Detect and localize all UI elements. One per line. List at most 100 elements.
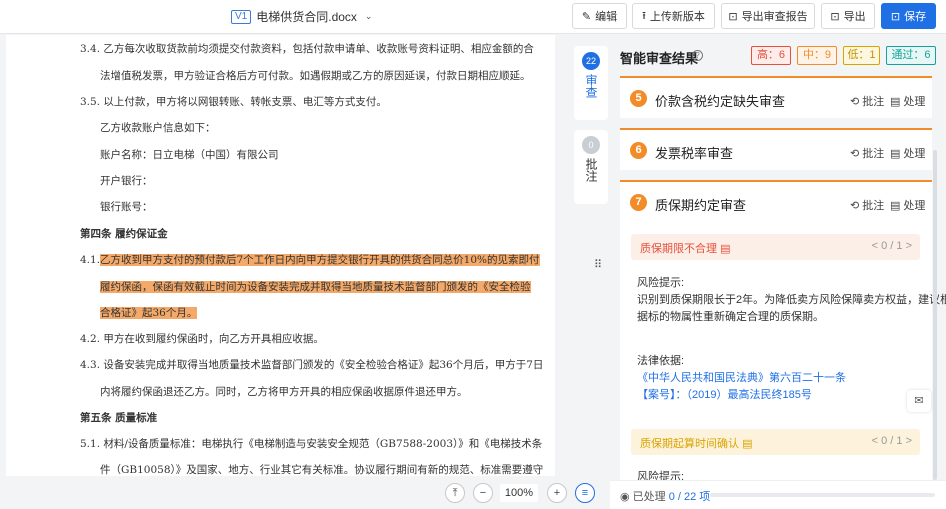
handle-action[interactable]: ▤ 处理 — [890, 197, 925, 213]
risk-text: 据标的物属性重新确定合理的质保期。 — [637, 311, 824, 323]
card-number: 5 — [630, 90, 647, 107]
chat-icon[interactable]: ✉ — [907, 390, 931, 412]
document-page[interactable]: 3.4. 乙方每次收取货款前均须提交付款资料，包括付款申请单、收款账号资料证明、… — [6, 35, 555, 476]
handle-icon: ▤ — [890, 147, 901, 160]
law-label: 法律依据: — [637, 355, 685, 367]
tab-comments[interactable]: 0 批注 — [574, 130, 608, 204]
eye-icon: ◉ — [620, 491, 630, 503]
doc-heading: 第五条 质量标准 — [80, 412, 158, 424]
issue-nav[interactable]: < 0 / 1 > — [872, 435, 912, 447]
edit-label: 编辑 — [595, 11, 618, 23]
comment-action-label: 批注 — [862, 200, 885, 212]
upload-icon: ⭱ — [642, 9, 646, 22]
comment-action[interactable]: ⟲ 批注 — [850, 145, 884, 161]
doc-line: 银行账号： — [100, 201, 153, 213]
document-icon: ▤ — [720, 243, 731, 255]
issue-nav[interactable]: < 0 / 1 > — [872, 240, 912, 252]
processed-count: 0 / 22 项 — [668, 491, 711, 503]
panel-title: 智能审查结果 — [620, 51, 699, 66]
export-button[interactable]: ⊡ 导出 — [821, 3, 875, 29]
file-selector[interactable]: V1 电梯供货合同.docx ⌄ — [231, 8, 372, 25]
comment-action[interactable]: ⟲ 批注 — [850, 93, 884, 109]
doc-line: 4.1. — [80, 254, 101, 266]
pass-chip[interactable]: 通过：6 — [886, 46, 936, 65]
file-name: 电梯供货合同.docx — [256, 10, 357, 24]
scroll-top-icon[interactable]: ⤒ — [445, 483, 465, 503]
card-title: 质保期约定审查 — [655, 198, 747, 213]
handle-action-label: 处理 — [903, 200, 926, 212]
doc-line: 3.5. 以上付款，甲方将以网银转账、转帐支票、电汇等方式支付。 — [80, 96, 387, 108]
help-icon[interactable]: ? — [692, 50, 703, 61]
card-title: 价款含税约定缺失审查 — [655, 94, 786, 109]
edit-button[interactable]: ✎ 编辑 — [572, 3, 627, 29]
highlighted-clause[interactable]: 履约保函，保函有效截止时间为设备安装完成并取得当地质量技术监督部门颁发的《安全检… — [100, 279, 531, 296]
zoom-out-icon[interactable]: − — [473, 483, 493, 503]
top-bar: V1 电梯供货合同.docx ⌄ ✎ 编辑 ⭱ 上传新版本 ⊡ 导出审查报告 ⊡ 导出 … — [0, 0, 946, 34]
mid-risk-chip[interactable]: 中：9 — [797, 46, 837, 65]
review-card[interactable]: 5 价款含税约定缺失审查 ⟲ 批注 ▤ 处理 — [620, 76, 932, 118]
comment-action-label: 批注 — [862, 148, 885, 160]
issue-title-text: 质保期限不合理 — [640, 243, 717, 255]
card-number: 6 — [630, 142, 647, 159]
document-icon: ▤ — [742, 438, 753, 450]
high-risk-chip[interactable]: 高：6 — [751, 46, 791, 65]
save-button[interactable]: ⊡ 保存 — [881, 3, 936, 29]
highlight-text: 履约保函，保函有效截止时间为设备安装完成并取得当地质量技术监督部门颁发的《安全检… — [100, 281, 531, 293]
issue-header[interactable]: 质保期限不合理 ▤ < 0 / 1 > — [631, 234, 920, 260]
export-report-button[interactable]: ⊡ 导出审查报告 — [721, 3, 815, 29]
version-tag: V1 — [231, 9, 252, 24]
doc-line: 5.1. 材料/设备质量标准：电梯执行《电梯制造与安装安全规范（GB7588-2… — [80, 438, 543, 450]
low-risk-chip[interactable]: 低：1 — [843, 46, 880, 65]
comment-tab-label: 批注 — [584, 158, 598, 182]
highlight-text: 合格证》起36个月。 — [100, 307, 198, 319]
doc-line: 件（GB10058）》及国家、地方、行业其它有关标准。协议履行期间有新的规范、标… — [100, 464, 544, 476]
highlighted-clause[interactable]: 乙方收到甲方支付的预付款后7个工作日内向甲方提交银行开具的供货合同总价10%的见… — [100, 252, 540, 269]
law-link[interactable]: 《中华人民共和国民法典》第六百二十一条 — [637, 370, 846, 387]
export-icon: ⊡ — [830, 10, 840, 23]
doc-line: 法增值税发票，甲方验证合格后方可付款。如遇假期或乙方的原因延误，付款日期相应顺延… — [100, 70, 531, 82]
review-card[interactable]: 6 发票税率审查 ⟲ 批注 ▤ 处理 — [620, 128, 932, 170]
zoom-in-icon[interactable]: + — [547, 483, 567, 503]
tab-review[interactable]: 22 审查 — [574, 46, 608, 120]
doc-heading: 第四条 履约保证金 — [80, 228, 168, 240]
handle-action[interactable]: ▤ 处理 — [890, 145, 925, 161]
risk-text: 识别到质保期限长于2年。为降低卖方风险保障卖方权益，建议根 — [637, 294, 946, 306]
highlighted-clause[interactable]: 合格证》起36个月。 — [100, 305, 198, 322]
comment-icon: ⟲ — [850, 147, 860, 160]
issue-title: 质保期起算时间确认 ▤ — [640, 435, 752, 451]
comment-action[interactable]: ⟲ 批注 — [850, 197, 884, 213]
comment-icon: ⟲ — [850, 199, 860, 212]
card-number: 7 — [630, 194, 647, 211]
drag-handle-icon[interactable]: ⠿ — [594, 258, 602, 271]
outline-icon[interactable]: ≡ — [575, 483, 595, 503]
chevron-down-icon: ⌄ — [364, 11, 373, 21]
card-title: 发票税率审查 — [655, 146, 734, 161]
comment-icon: ⟲ — [850, 95, 860, 108]
comment-action-label: 批注 — [862, 96, 885, 108]
issue-header[interactable]: 质保期起算时间确认 ▤ < 0 / 1 > — [631, 429, 920, 455]
doc-line: 3.4. 乙方每次收取货款前均须提交付款资料，包括付款申请单、收款账号资料证明、… — [80, 43, 534, 55]
upload-version-button[interactable]: ⭱ 上传新版本 — [632, 3, 715, 29]
handle-action-label: 处理 — [903, 96, 926, 108]
handle-icon: ▤ — [890, 199, 901, 212]
doc-line: 账户名称：日立电梯（中国）有限公司 — [100, 149, 279, 161]
doc-line: 4.3. 设备安装完成并取得当地质量技术监督部门颁发的《安全检验合格证》起36个… — [80, 359, 544, 371]
save-icon: ⊡ — [890, 10, 901, 23]
issue-title-text: 质保期起算时间确认 — [640, 438, 739, 450]
bottom-toolbar: ⤒ − 100% + ≡ — [0, 477, 608, 509]
scrollbar[interactable] — [933, 150, 937, 480]
doc-line: 开户银行： — [100, 175, 153, 187]
progress-bar — [710, 493, 935, 497]
processed-status: ◉ 已处理 0 / 22 项 — [620, 488, 710, 504]
case-link[interactable]: 【案号】：（2019）最高法民终185号 — [637, 387, 812, 404]
edit-icon: ✎ — [581, 10, 592, 23]
issue-title: 质保期限不合理 ▤ — [640, 240, 730, 256]
review-tab-label: 审查 — [584, 74, 598, 98]
handle-icon: ▤ — [890, 95, 901, 108]
upload-label: 上传新版本 — [649, 11, 705, 23]
zoom-level[interactable]: 100% — [500, 484, 538, 502]
doc-line: 4.2. 甲方在收到履约保函时，向乙方开具相应收据。 — [80, 333, 324, 345]
doc-line: 内将履约保函退还乙方。同时，乙方将甲方开具的相应保函收据原件退还甲方。 — [100, 386, 468, 398]
doc-line: 乙方收款账户信息如下： — [100, 122, 216, 134]
handle-action[interactable]: ▤ 处理 — [890, 93, 925, 109]
